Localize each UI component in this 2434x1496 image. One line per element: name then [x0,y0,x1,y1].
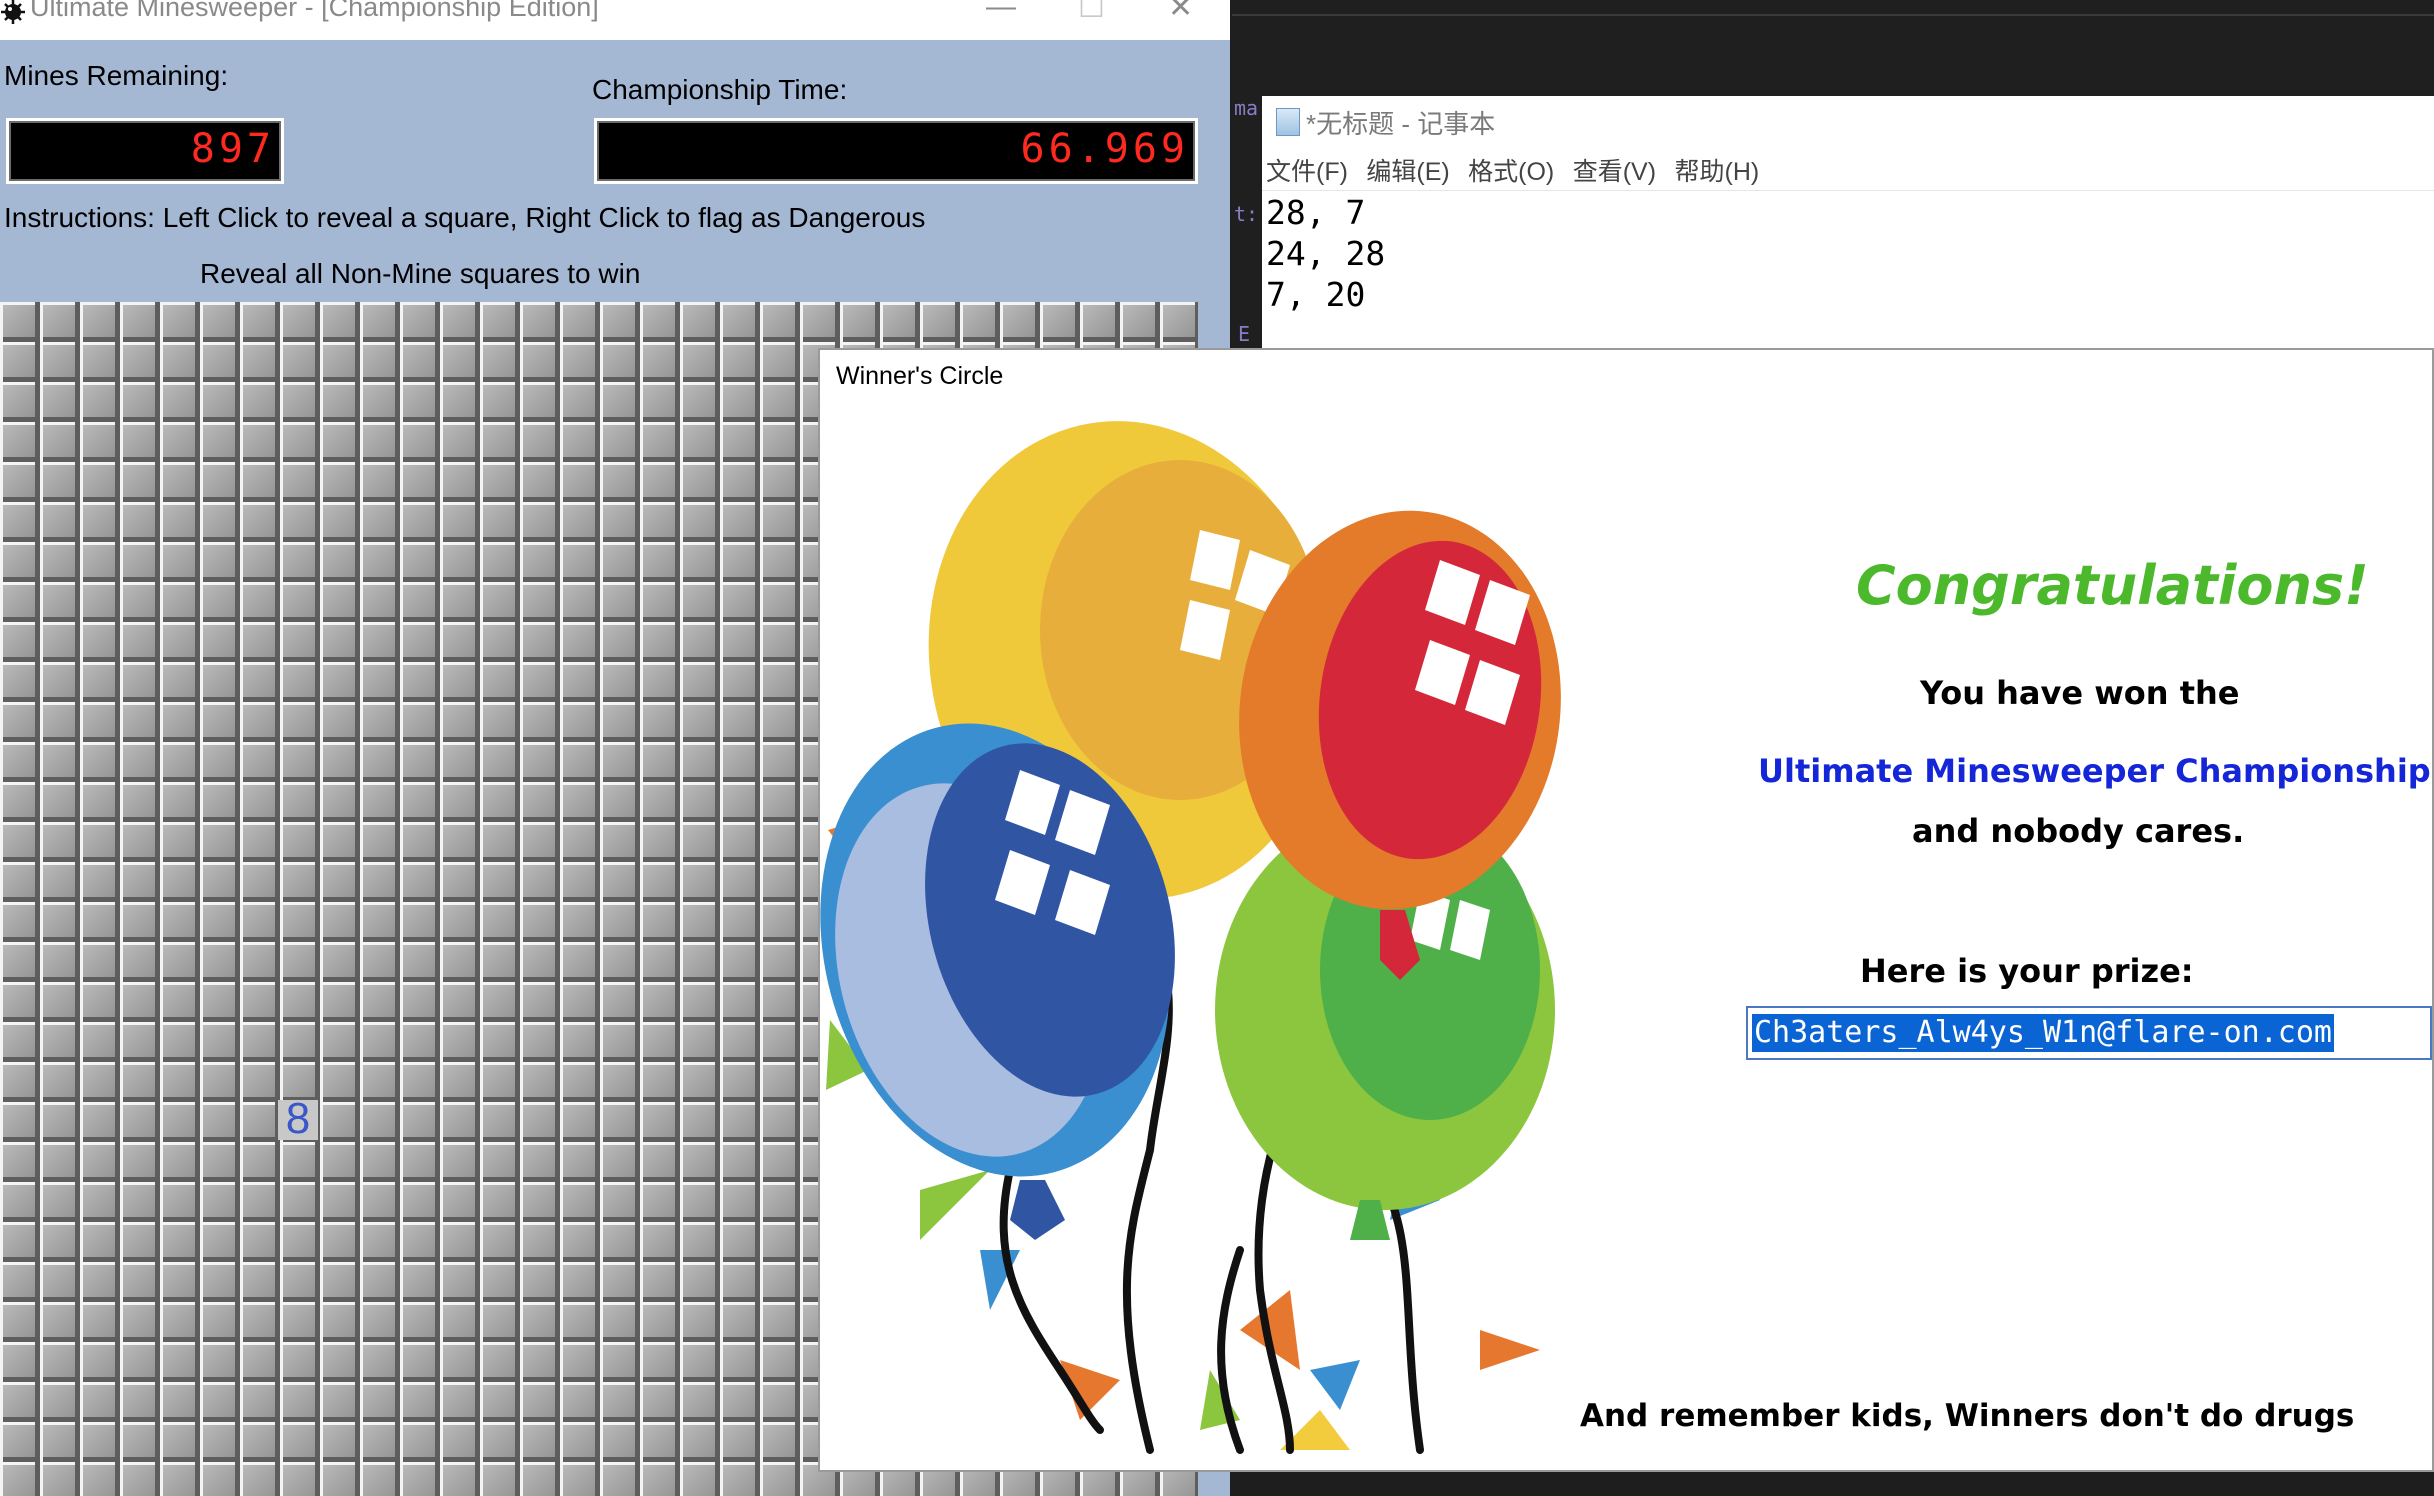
instructions-text: Instructions: Left Click to reveal a squ… [4,202,926,233]
championship-time-label: Championship Time: [592,74,848,105]
won-text: You have won the [1920,674,2240,712]
gutter-fragment: E [1238,322,1251,346]
revealed-cell-number: 8 [285,1094,311,1143]
notepad-line: 24, 28 [1266,234,1386,273]
nobody-cares-text: and nobody cares. [1912,812,2245,850]
goal-text: Reveal all Non-Mine squares to win [200,258,641,289]
winners-circle-dialog: Winner's Circle Congratulations! You hav… [818,348,2434,1472]
congratulations-heading: Congratulations! [1856,554,2369,617]
balloons-illustration [820,421,1561,1454]
gutter-fragment: ma [1234,96,1259,120]
menu-view[interactable]: 查看(V) [1573,152,1656,188]
dialog-title: Winner's Circle [836,362,1004,390]
notepad-title: *无标题 - 记事本 [1306,109,1496,139]
menu-help[interactable]: 帮助(H) [1675,152,1760,188]
prize-field[interactable]: Ch3aters_Alw4ys_W1n@flare-on.com [1746,1006,2432,1060]
gutter-fragment: t: [1234,202,1259,226]
notepad-menubar: 文件(F) 编辑(E) 格式(O) 查看(V) 帮助(H) [1266,152,1773,188]
editor-divider [1232,14,2434,16]
menu-edit[interactable]: 编辑(E) [1366,152,1449,188]
minimize-button[interactable]: — [986,0,1016,24]
notepad-text-area[interactable]: 28, 7 24, 28 7, 20 [1266,192,1385,315]
close-button[interactable]: ✕ [1168,0,1193,25]
menu-divider [1262,190,2434,191]
prize-label: Here is your prize: [1860,952,2194,990]
footer-text: And remember kids, Winners don't do drug… [1580,1398,2355,1434]
editor-gutter: ma t: E [1232,96,1262,356]
notepad-line: 28, 7 [1266,193,1366,232]
mine-app-icon [1,0,25,24]
menu-file[interactable]: 文件(F) [1266,152,1348,188]
mines-remaining-counter: 897 [6,118,284,184]
maximize-button[interactable]: ☐ [1078,0,1105,25]
notepad-line: 7, 20 [1266,275,1366,314]
championship-name: Ultimate Minesweeper Championship [1758,752,2431,790]
mines-remaining-label: Mines Remaining: [4,60,229,91]
prize-value[interactable]: Ch3aters_Alw4ys_W1n@flare-on.com [1752,1014,2334,1052]
window-title: Ultimate Minesweeper - [Championship Edi… [30,0,599,22]
notepad-icon [1276,108,1300,136]
minesweeper-titlebar: Ultimate Minesweeper - [Championship Edi… [0,0,1230,40]
championship-timer: 66.969 [594,118,1198,184]
menu-format[interactable]: 格式(O) [1468,152,1554,188]
